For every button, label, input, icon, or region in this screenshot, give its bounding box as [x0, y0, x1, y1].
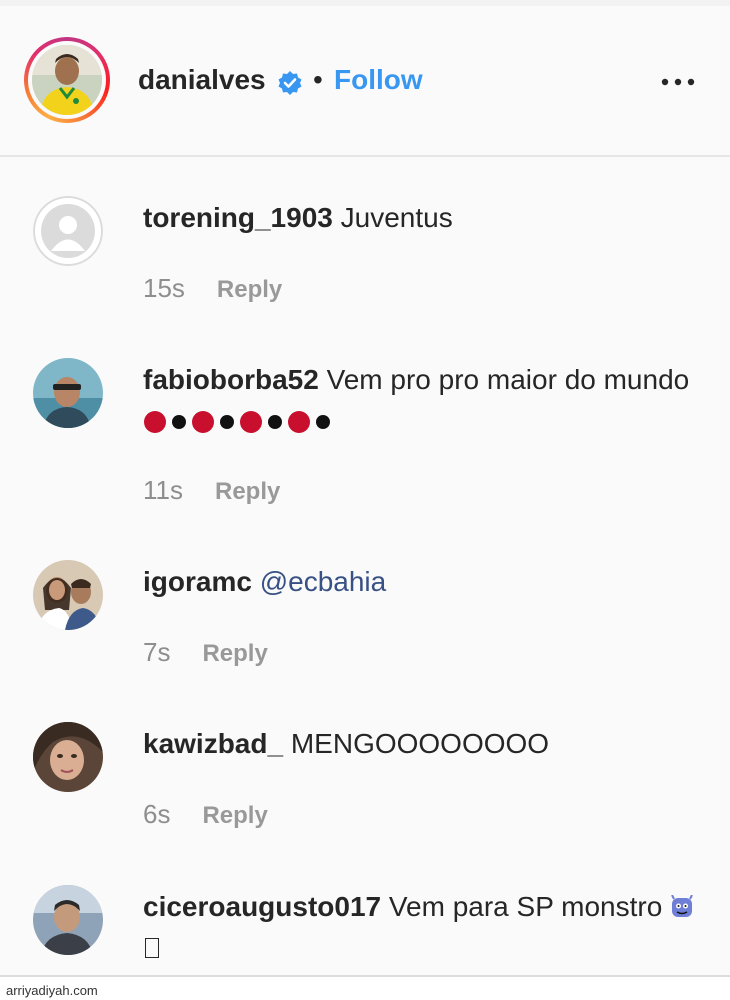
comment-text: kawizbad_ MENGOOOOOOOO — [143, 724, 703, 764]
comment-avatar[interactable] — [33, 196, 103, 266]
story-ring[interactable] — [24, 37, 110, 123]
comment-username[interactable]: torening_1903 — [143, 202, 333, 233]
post-author-username[interactable]: danialves — [138, 63, 266, 97]
comment-body: Juventus — [332, 202, 453, 233]
red-black-circles-emoji — [144, 410, 330, 433]
comment-text: igoramc @ecbahia — [143, 562, 703, 602]
user-photo — [33, 885, 103, 955]
comment-username[interactable]: kawizbad_ — [143, 728, 283, 759]
comment-body: Vem pro pro maior do mundo — [318, 364, 690, 395]
comment-meta: 15s Reply — [143, 272, 282, 306]
footer-strip — [0, 975, 730, 1000]
comment-avatar[interactable] — [33, 885, 103, 955]
reply-button[interactable]: Reply — [202, 638, 267, 670]
comment-mention-link[interactable]: @ecbahia — [260, 566, 387, 597]
user-photo — [33, 358, 103, 428]
comment-body: Vem para SP monstro — [381, 891, 671, 922]
watermark: arriyadiyah.com — [6, 983, 98, 998]
header-separator: • — [313, 64, 323, 95]
monster-face-emoji — [671, 894, 693, 917]
comment-text: ciceroaugusto017 Vem para SP monstro — [143, 887, 703, 967]
comment-meta: 6s Reply — [143, 798, 268, 832]
comment-username[interactable]: igoramc — [143, 566, 252, 597]
user-photo — [33, 722, 103, 792]
comment-avatar[interactable] — [33, 722, 103, 792]
verified-badge-icon — [278, 71, 302, 95]
user-photo — [33, 560, 103, 630]
comment-timestamp: 7s — [143, 637, 171, 667]
comment-username[interactable]: ciceroaugusto017 — [143, 891, 381, 922]
comment-meta: 11s Reply — [143, 474, 280, 508]
default-avatar-icon — [33, 196, 103, 266]
reply-button[interactable]: Reply — [215, 476, 280, 508]
post-header: danialves • Follow — [0, 6, 730, 156]
comment-meta: 7s Reply — [143, 636, 268, 670]
unknown-glyph-icon — [145, 938, 159, 958]
comment-timestamp: 6s — [143, 799, 171, 829]
comment-text: fabioborba52 Vem pro pro maior do mundo — [143, 360, 703, 440]
comment-timestamp: 11s — [143, 475, 183, 505]
reply-button[interactable]: Reply — [217, 274, 282, 306]
comment-username[interactable]: fabioborba52 — [143, 364, 319, 395]
reply-button[interactable]: Reply — [202, 800, 267, 832]
follow-button[interactable]: Follow — [334, 63, 423, 97]
comment-timestamp: 15s — [143, 273, 185, 303]
comment-text: torening_1903 Juventus — [143, 198, 703, 238]
comment-avatar[interactable] — [33, 358, 103, 428]
profile-photo — [32, 45, 102, 115]
header-divider — [0, 155, 730, 157]
comment-body: MENGOOOOOOOO — [283, 728, 550, 759]
comment-avatar[interactable] — [33, 560, 103, 630]
more-options-icon[interactable] — [658, 72, 698, 92]
profile-avatar[interactable] — [32, 45, 102, 115]
